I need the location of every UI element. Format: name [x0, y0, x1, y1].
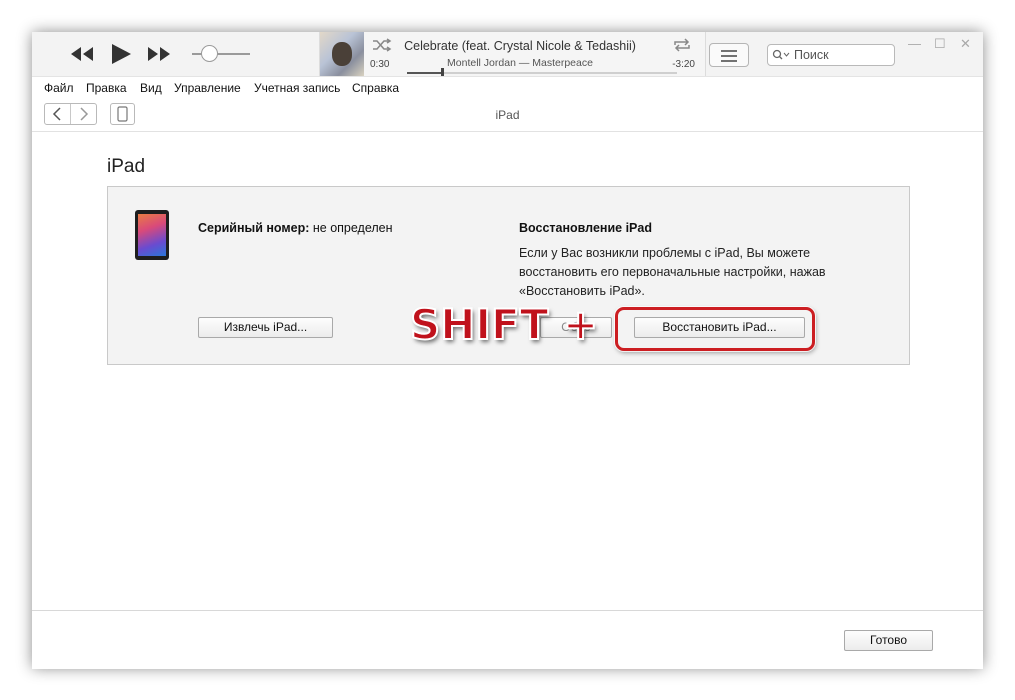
nav-bar: iPad: [32, 99, 983, 132]
page-title: iPad: [107, 156, 146, 177]
menu-edit[interactable]: Правка: [86, 81, 127, 95]
elapsed-time: 0:30: [370, 59, 390, 70]
search-field[interactable]: Поиск: [767, 44, 895, 66]
minimize-button[interactable]: —: [908, 36, 921, 51]
track-title: Celebrate (feat. Crystal Nicole & Tedash…: [404, 39, 636, 53]
nav-title: iPad: [495, 108, 520, 122]
now-playing-display: Celebrate (feat. Crystal Nicole & Tedash…: [319, 32, 706, 77]
remaining-time: -3:20: [672, 59, 695, 70]
play-icon[interactable]: [110, 43, 132, 65]
footer-bar: Готово: [32, 610, 983, 669]
maximize-button[interactable]: ☐: [934, 36, 946, 52]
ipad-device-icon: [117, 106, 128, 122]
back-button[interactable]: [45, 104, 70, 124]
ipad-image: [135, 210, 169, 260]
album-art: [320, 32, 364, 76]
itunes-window: Celebrate (feat. Crystal Nicole & Tedash…: [32, 32, 983, 669]
menu-view[interactable]: Вид: [140, 81, 162, 95]
player-bar: Celebrate (feat. Crystal Nicole & Tedash…: [32, 32, 983, 77]
chevron-left-icon: [52, 107, 61, 121]
serial-number: Серийный номер: не определен: [198, 221, 393, 235]
eject-button[interactable]: Извлечь iPad...: [198, 317, 333, 338]
menu-controls[interactable]: Управление: [174, 81, 241, 95]
volume-knob[interactable]: [201, 45, 219, 62]
serial-label: Серийный номер:: [198, 221, 310, 235]
list-icon: [721, 49, 737, 67]
shift-plus-annotation: SHIFT +: [409, 299, 599, 350]
menu-bar: Файл Правка Вид Управление Учетная запис…: [32, 76, 983, 100]
restore-description: Если у Вас возникли проблемы с iPad, Вы …: [519, 246, 826, 298]
up-next-list-button[interactable]: [709, 43, 749, 67]
serial-value: не определен: [312, 221, 393, 235]
restore-button-highlight: [615, 307, 815, 351]
search-icon: [772, 48, 792, 66]
forward-button[interactable]: [71, 104, 96, 124]
restore-heading: Восстановление iPad: [519, 221, 652, 235]
fast-forward-icon[interactable]: [147, 46, 171, 62]
chevron-right-icon: [80, 107, 89, 121]
search-placeholder: Поиск: [794, 48, 829, 62]
close-button[interactable]: ✕: [960, 36, 971, 52]
device-button[interactable]: [110, 103, 135, 125]
nav-buttons: [44, 103, 97, 125]
menu-file[interactable]: Файл: [44, 81, 74, 95]
done-button[interactable]: Готово: [844, 630, 933, 651]
menu-account[interactable]: Учетная запись: [254, 81, 340, 95]
repeat-icon[interactable]: [672, 38, 692, 57]
track-artist-album: Montell Jordan — Masterpeace: [447, 57, 593, 69]
menu-help[interactable]: Справка: [352, 81, 399, 95]
rewind-icon[interactable]: [70, 46, 94, 62]
track-progress-bar[interactable]: [407, 68, 677, 77]
